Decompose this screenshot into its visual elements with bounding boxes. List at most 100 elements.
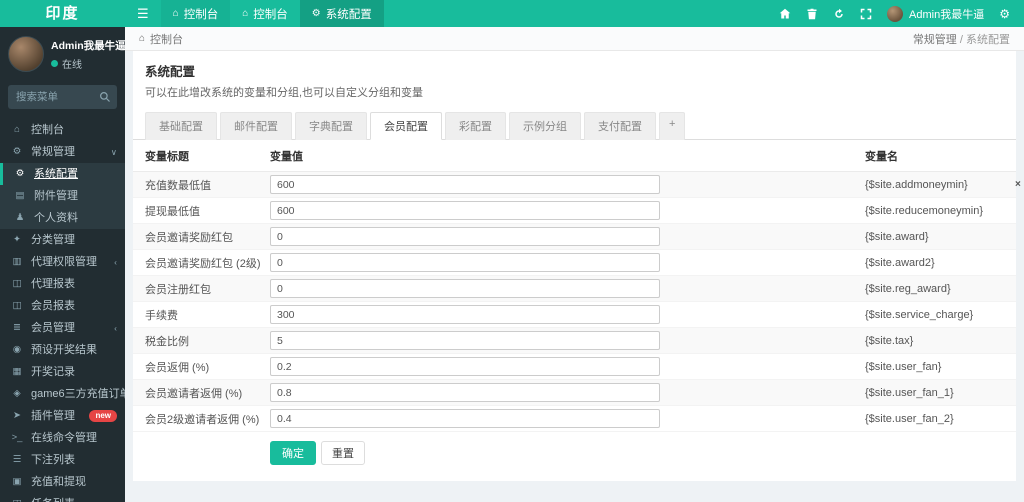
- tab-member[interactable]: 会员配置: [370, 112, 442, 140]
- sidebar-item-attachment-manage[interactable]: ▤ 附件管理: [0, 185, 125, 207]
- sidebar-item-recharge-withdraw[interactable]: ▣ 充值和提现: [0, 471, 125, 493]
- sidebar-item-label: 在线命令管理: [31, 432, 97, 444]
- config-row: 会员邀请奖励红包 {$site.award}: [133, 224, 1016, 250]
- config-row-value-cell: [270, 409, 660, 428]
- reset-button[interactable]: 重置: [321, 441, 365, 465]
- sidebar-item-system-config[interactable]: ⚙ 系统配置: [0, 163, 125, 185]
- config-row: 充值数最低值 {$site.addmoneymin} ×: [133, 172, 1021, 198]
- topnav-tab-dashboard-1[interactable]: ⌂ 控制台: [160, 0, 231, 27]
- sidebar-item-agent-permission-manage[interactable]: ▥ 代理权限管理 ‹: [0, 251, 125, 273]
- tab-dictionary[interactable]: 字典配置: [295, 112, 367, 140]
- app-logo[interactable]: 印度: [0, 0, 125, 27]
- breadcrumb-group-link[interactable]: 常规管理: [913, 34, 957, 46]
- topnav-tab-system-config[interactable]: ⚙ 系统配置: [299, 0, 384, 27]
- gear-icon[interactable]: ⚙: [999, 7, 1010, 21]
- sidebar-item-preset-lottery-result[interactable]: ◉ 预设开奖结果: [0, 339, 125, 361]
- tab-basic[interactable]: 基础配置: [145, 112, 217, 140]
- book-icon: ◫: [10, 498, 24, 502]
- avatar: [887, 5, 904, 22]
- sidebar-toggle-icon[interactable]: ☰: [125, 0, 161, 27]
- avatar: [8, 36, 44, 72]
- config-row-value-cell: [270, 331, 660, 350]
- sidebar-item-profile[interactable]: ♟ 个人资料: [0, 207, 125, 229]
- tab-example-group[interactable]: 示例分组: [509, 112, 581, 140]
- tab-email[interactable]: 邮件配置: [220, 112, 292, 140]
- breadcrumb-separator: /: [959, 33, 963, 46]
- panel-heading: 系统配置 可以在此增改系统的变量和分组,也可以自定义分组和变量: [133, 51, 1016, 107]
- sidebar-item-category-manage[interactable]: ✦ 分类管理: [0, 229, 125, 251]
- topbar: 印度 ☰ ⌂ 控制台 ⌂ 控制台 ⚙ 系统配置 Admin我最牛逼 ⚙: [0, 0, 1024, 27]
- sidebar-item-label: 系统配置: [34, 168, 78, 180]
- fullscreen-icon[interactable]: [860, 8, 872, 20]
- config-row-label: 会员注册红包: [145, 283, 211, 296]
- search-icon[interactable]: [99, 91, 111, 103]
- terminal-icon: >_: [11, 432, 23, 443]
- main-area: ⌂ 控制台 常规管理 / 系统配置 系统配置 可以在此增改系统的变量和分组,也可…: [125, 27, 1024, 502]
- sidebar-item-member-manage[interactable]: ≣ 会员管理 ‹: [0, 317, 125, 339]
- close-icon[interactable]: ×: [1015, 179, 1021, 190]
- topbar-user-menu[interactable]: Admin我最牛逼: [887, 5, 984, 22]
- config-value-input[interactable]: [270, 201, 660, 220]
- sidebar-item-label: game6三方充值订单: [31, 388, 125, 400]
- sidebar-item-task-list[interactable]: ◫ 任务列表: [0, 493, 125, 502]
- config-row: 会员返佣 (%) {$site.user_fan}: [133, 354, 1016, 380]
- sidebar-item-label: 代理权限管理: [31, 256, 97, 268]
- sidebar-item-lottery-record[interactable]: ▦ 开奖记录: [0, 361, 125, 383]
- home-icon[interactable]: [779, 8, 791, 20]
- submit-button[interactable]: 确定: [270, 441, 316, 465]
- config-value-input[interactable]: [270, 227, 660, 246]
- topnav-tab-dashboard-2[interactable]: ⌂ 控制台: [230, 0, 300, 27]
- sidebar-item-label: 充值和提现: [31, 476, 86, 488]
- page-title: 系统配置: [145, 65, 196, 79]
- sidebar-submenu: ⚙ 系统配置 ▤ 附件管理 ♟ 个人资料: [0, 163, 125, 229]
- sidebar-item-game6-recharge-order[interactable]: ◈ game6三方充值订单: [0, 383, 125, 405]
- trash-icon[interactable]: [806, 8, 818, 20]
- column-header-value: 变量值: [270, 151, 303, 163]
- sidebar-item-member-report[interactable]: ◫ 会员报表: [0, 295, 125, 317]
- page-subtitle: 可以在此增改系统的变量和分组,也可以自定义分组和变量: [145, 87, 424, 99]
- sidebar: Admin我最牛逼 在线 ⌂ 控制台 ⚙ 常规管理 ∨ ⚙ 系统配置 ▤ 附件管理 ♟ 个人资料 ✦ 分…: [0, 27, 125, 502]
- config-row-var-name: {$site.addmoneymin}: [865, 178, 968, 191]
- topbar-right: Admin我最牛逼 ⚙: [779, 0, 1024, 27]
- report-icon: ◫: [12, 300, 22, 311]
- gear-icon: ⚙: [311, 8, 321, 19]
- new-badge: new: [89, 410, 117, 422]
- breadcrumb[interactable]: ⌂ 控制台: [139, 31, 183, 47]
- topbar-main: ☰ ⌂ 控制台 ⌂ 控制台 ⚙ 系统配置 Admin我最牛逼 ⚙: [125, 0, 1024, 27]
- sidebar-username: Admin我最牛逼: [51, 39, 125, 52]
- config-value-input[interactable]: [270, 383, 660, 402]
- preset-result-icon: ◉: [12, 344, 22, 355]
- money-icon: ▣: [12, 476, 22, 487]
- sidebar-item-label: 任务列表: [31, 498, 75, 502]
- config-value-input[interactable]: [270, 253, 660, 272]
- sidebar-item-general-manage[interactable]: ⚙ 常规管理 ∨: [0, 141, 125, 163]
- sidebar-item-plugin-manage[interactable]: ➤ 插件管理 new: [0, 405, 125, 427]
- sidebar-item-agent-report[interactable]: ◫ 代理报表: [0, 273, 125, 295]
- sidebar-item-online-command[interactable]: >_ 在线命令管理: [0, 427, 125, 449]
- tab-payment[interactable]: 支付配置: [584, 112, 656, 140]
- config-value-input[interactable]: [270, 305, 660, 324]
- config-row: 手续费 {$site.service_charge}: [133, 302, 1016, 328]
- sidebar-item-bet-list[interactable]: ☰ 下注列表: [0, 449, 125, 471]
- calendar-icon: ▦: [12, 366, 22, 377]
- chevron-down-icon: ∨: [110, 147, 117, 157]
- sidebar-item-dashboard[interactable]: ⌂ 控制台: [0, 119, 125, 141]
- sidebar-item-label: 开奖记录: [31, 366, 75, 378]
- sidebar-item-label: 插件管理: [31, 410, 75, 422]
- refresh-icon[interactable]: [833, 8, 845, 20]
- config-row-label: 会员邀请奖励红包: [145, 231, 233, 244]
- config-value-input[interactable]: [270, 175, 660, 194]
- breadcrumb-current: 系统配置: [966, 33, 1010, 46]
- config-value-input[interactable]: [270, 331, 660, 350]
- config-row-var-name: {$site.service_charge}: [865, 308, 974, 321]
- tab-lottery[interactable]: 彩配置: [445, 112, 506, 140]
- sidebar-item-label: 分类管理: [31, 234, 75, 246]
- config-row-var-name: {$site.user_fan_2}: [865, 412, 954, 425]
- config-value-input[interactable]: [270, 357, 660, 376]
- config-table: 变量标题 变量值 变量名 充值数最低值 {$site.addmoneymin} × 提…: [133, 140, 1021, 481]
- tab-add-button[interactable]: +: [659, 112, 686, 140]
- category-icon: ✦: [13, 234, 21, 245]
- config-value-input[interactable]: [270, 279, 660, 298]
- config-value-input[interactable]: [270, 409, 660, 428]
- app-window: 印度 ☰ ⌂ 控制台 ⌂ 控制台 ⚙ 系统配置 Admin我最牛逼 ⚙ Admin我最牛逼: [0, 0, 1024, 502]
